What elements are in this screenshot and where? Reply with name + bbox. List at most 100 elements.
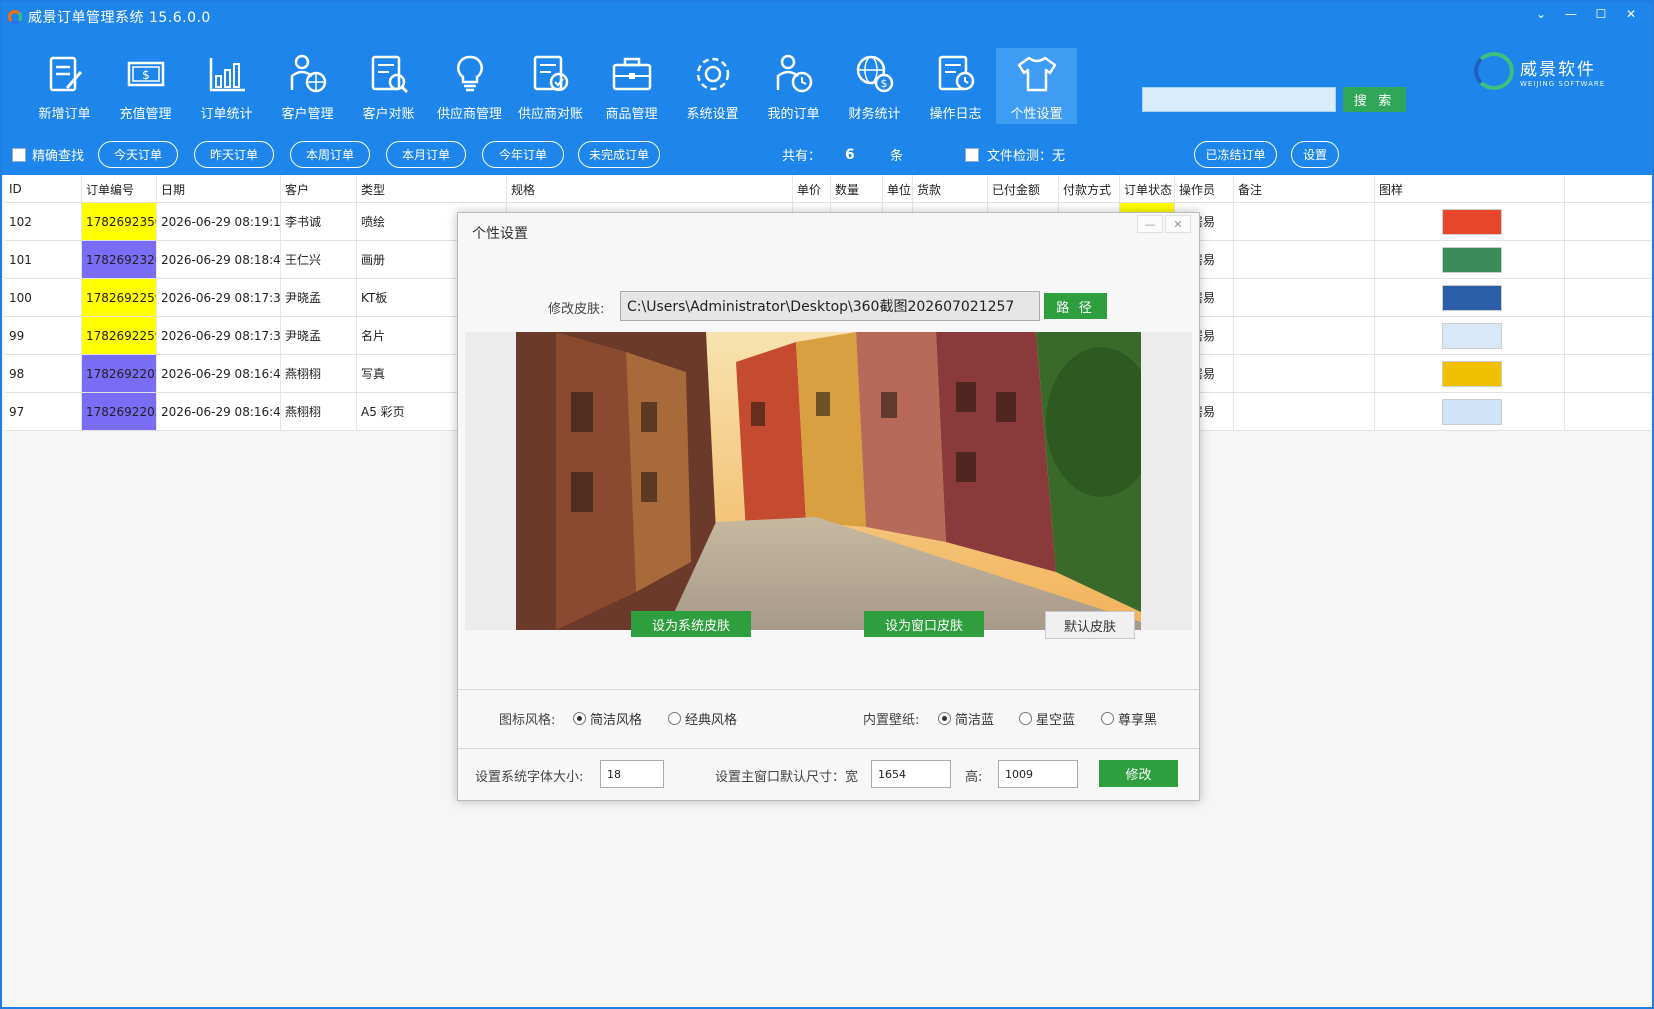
toolbar-button-log[interactable]: 操作日志 xyxy=(915,48,996,124)
cell-sample-image[interactable] xyxy=(1375,279,1565,316)
column-header[interactable]: 付款方式 xyxy=(1059,175,1120,203)
exact-search-check-icon[interactable] xyxy=(12,147,26,162)
window-height-input[interactable]: 1009 xyxy=(998,760,1078,788)
close-button[interactable]: ✕ xyxy=(1618,4,1644,24)
yesterday-orders-button[interactable]: 昨天订单 xyxy=(194,141,274,168)
column-header[interactable]: ID xyxy=(5,175,82,203)
radio-selected-icon[interactable] xyxy=(573,712,586,725)
column-header[interactable]: 客户 xyxy=(281,175,357,203)
svg-text:$: $ xyxy=(880,77,887,90)
file-check-toggle[interactable]: 文件检测：无 xyxy=(965,145,1065,164)
wallpaper-simple-blue-radio[interactable]: 简洁蓝 xyxy=(938,709,994,728)
cell-sample-image[interactable] xyxy=(1375,317,1565,354)
toolbar-button-customer[interactable]: 客户管理 xyxy=(267,48,348,124)
column-header[interactable]: 日期 xyxy=(157,175,281,203)
column-header[interactable]: 订单编号 xyxy=(82,175,157,203)
radio-selected-icon[interactable] xyxy=(938,712,951,725)
column-header[interactable]: 类型 xyxy=(357,175,507,203)
toolbar-button-customer-reconcile[interactable]: 客户对账 xyxy=(348,48,429,124)
radio-unselected-icon[interactable] xyxy=(1101,712,1114,725)
frozen-orders-button[interactable]: 已冻结订单 xyxy=(1194,141,1277,168)
radio-unselected-icon[interactable] xyxy=(1019,712,1032,725)
browse-path-button[interactable]: 路 径 xyxy=(1044,293,1107,319)
cell-customer: 尹晓孟 xyxy=(281,279,357,316)
year-orders-button[interactable]: 今年订单 xyxy=(482,141,564,168)
cell-date: 2026-06-29 08:18:40 xyxy=(157,241,281,278)
column-header[interactable]: 货款 xyxy=(913,175,988,203)
menu-dropdown-button[interactable]: ⌄ xyxy=(1528,4,1554,24)
toolbar-button-order-stats[interactable]: 订单统计 xyxy=(186,48,267,124)
toolbar-button-gear[interactable]: 系统设置 xyxy=(672,48,753,124)
toolbar-label: 充值管理 xyxy=(119,107,172,122)
toolbar-button-supplier-reconcile[interactable]: 供应商对账 xyxy=(510,48,591,124)
toolbar-button-supplier[interactable]: 供应商管理 xyxy=(429,48,510,124)
set-system-skin-button[interactable]: 设为系统皮肤 xyxy=(631,611,751,637)
dialog-close-button[interactable]: ✕ xyxy=(1165,215,1191,233)
icon-style-simple-label: 简洁风格 xyxy=(590,713,643,728)
icon-style-label: 图标风格: xyxy=(499,713,556,728)
today-orders-button[interactable]: 今天订单 xyxy=(98,141,178,168)
toolbar-label: 财务统计 xyxy=(848,107,901,122)
sample-thumbnail[interactable] xyxy=(1441,360,1502,387)
maximize-button[interactable]: ☐ xyxy=(1588,4,1614,24)
search-button[interactable]: 搜 索 xyxy=(1343,87,1406,112)
skin-preview-image xyxy=(516,332,1141,630)
column-header[interactable]: 单位 xyxy=(883,175,913,203)
cell-sample-image[interactable] xyxy=(1375,393,1565,430)
sample-thumbnail[interactable] xyxy=(1441,322,1502,349)
toolbar-button-my-orders[interactable]: 我的订单 xyxy=(753,48,834,124)
toolbar-button-finance[interactable]: $ 财务统计 xyxy=(834,48,915,124)
icon-style-classic-radio[interactable]: 经典风格 xyxy=(668,709,737,728)
skin-path-field[interactable]: C:\Users\Administrator\Desktop\360截图2026… xyxy=(620,291,1040,321)
main-window: 威景订单管理系统 15.6.0.0 ⌄ — ☐ ✕ 新增订单 $ 充值管理 订单统计客… xyxy=(0,0,1654,1009)
wallpaper-premium-black-radio[interactable]: 尊享黑 xyxy=(1101,709,1157,728)
order-stats-icon xyxy=(209,58,245,92)
toolbar-button-recharge[interactable]: $ 充值管理 xyxy=(105,48,186,124)
filter-settings-button[interactable]: 设置 xyxy=(1291,141,1339,168)
font-size-input[interactable]: 18 xyxy=(600,760,664,788)
month-orders-button[interactable]: 本月订单 xyxy=(386,141,466,168)
sample-thumbnail[interactable] xyxy=(1441,208,1502,235)
window-width-input[interactable]: 1654 xyxy=(871,760,951,788)
column-header[interactable]: 规格 xyxy=(507,175,793,203)
sample-thumbnail[interactable] xyxy=(1441,284,1502,311)
radio-unselected-icon[interactable] xyxy=(668,712,681,725)
toolbar-button-tshirt[interactable]: 个性设置 xyxy=(996,48,1077,124)
column-header[interactable]: 操作员 xyxy=(1175,175,1234,203)
column-header[interactable]: 数量 xyxy=(831,175,883,203)
exact-search-checkbox[interactable]: 精确查找 xyxy=(12,145,84,164)
dialog-minimize-button[interactable]: — xyxy=(1137,215,1163,233)
column-header[interactable]: 单价 xyxy=(793,175,831,203)
toolbar-label: 新增订单 xyxy=(38,107,91,122)
default-skin-button[interactable]: 默认皮肤 xyxy=(1045,611,1135,639)
wallpaper-starry-blue-radio[interactable]: 星空蓝 xyxy=(1019,709,1075,728)
column-header[interactable]: 图样 xyxy=(1375,175,1565,203)
toolbar-label: 操作日志 xyxy=(929,107,982,122)
sample-thumbnail[interactable] xyxy=(1441,398,1502,425)
cell-remark xyxy=(1234,203,1375,240)
unfinished-orders-button[interactable]: 未完成订单 xyxy=(578,141,660,168)
brand-name-cn: 威景软件 xyxy=(1520,59,1596,80)
column-header[interactable]: 已付金额 xyxy=(988,175,1059,203)
set-window-skin-button[interactable]: 设为窗口皮肤 xyxy=(864,611,984,637)
toolbar-button-new-order[interactable]: 新增订单 xyxy=(24,48,105,124)
minimize-button[interactable]: — xyxy=(1558,4,1584,24)
main-toolbar: 新增订单 $ 充值管理 订单统计 客户管理 客户对账 供应商管理 供应商对账 商品管理 系统设置 我… xyxy=(24,48,1077,124)
cell-sample-image[interactable] xyxy=(1375,241,1565,278)
supplier-reconcile-icon xyxy=(533,55,568,92)
modify-button[interactable]: 修改 xyxy=(1099,760,1178,787)
week-orders-button[interactable]: 本周订单 xyxy=(290,141,370,168)
file-check-box-icon[interactable] xyxy=(965,147,979,162)
cell-order-no: 1782692259 xyxy=(82,317,157,354)
cell-date: 2026-06-29 08:17:39 xyxy=(157,317,281,354)
toolbar-button-products[interactable]: 商品管理 xyxy=(591,48,672,124)
column-header[interactable]: 订单状态 xyxy=(1120,175,1175,203)
column-header[interactable]: 备注 xyxy=(1234,175,1375,203)
icon-style-simple-radio[interactable]: 简洁风格 xyxy=(573,709,642,728)
cell-sample-image[interactable] xyxy=(1375,203,1565,240)
sample-thumbnail[interactable] xyxy=(1441,246,1502,273)
search-input[interactable] xyxy=(1142,87,1336,112)
cell-sample-image[interactable] xyxy=(1375,355,1565,392)
personalization-dialog: 个性设置 — ✕ 修改皮肤: C:\Users\Administrator\De… xyxy=(457,212,1200,801)
window-height-label: 高: xyxy=(965,770,983,785)
